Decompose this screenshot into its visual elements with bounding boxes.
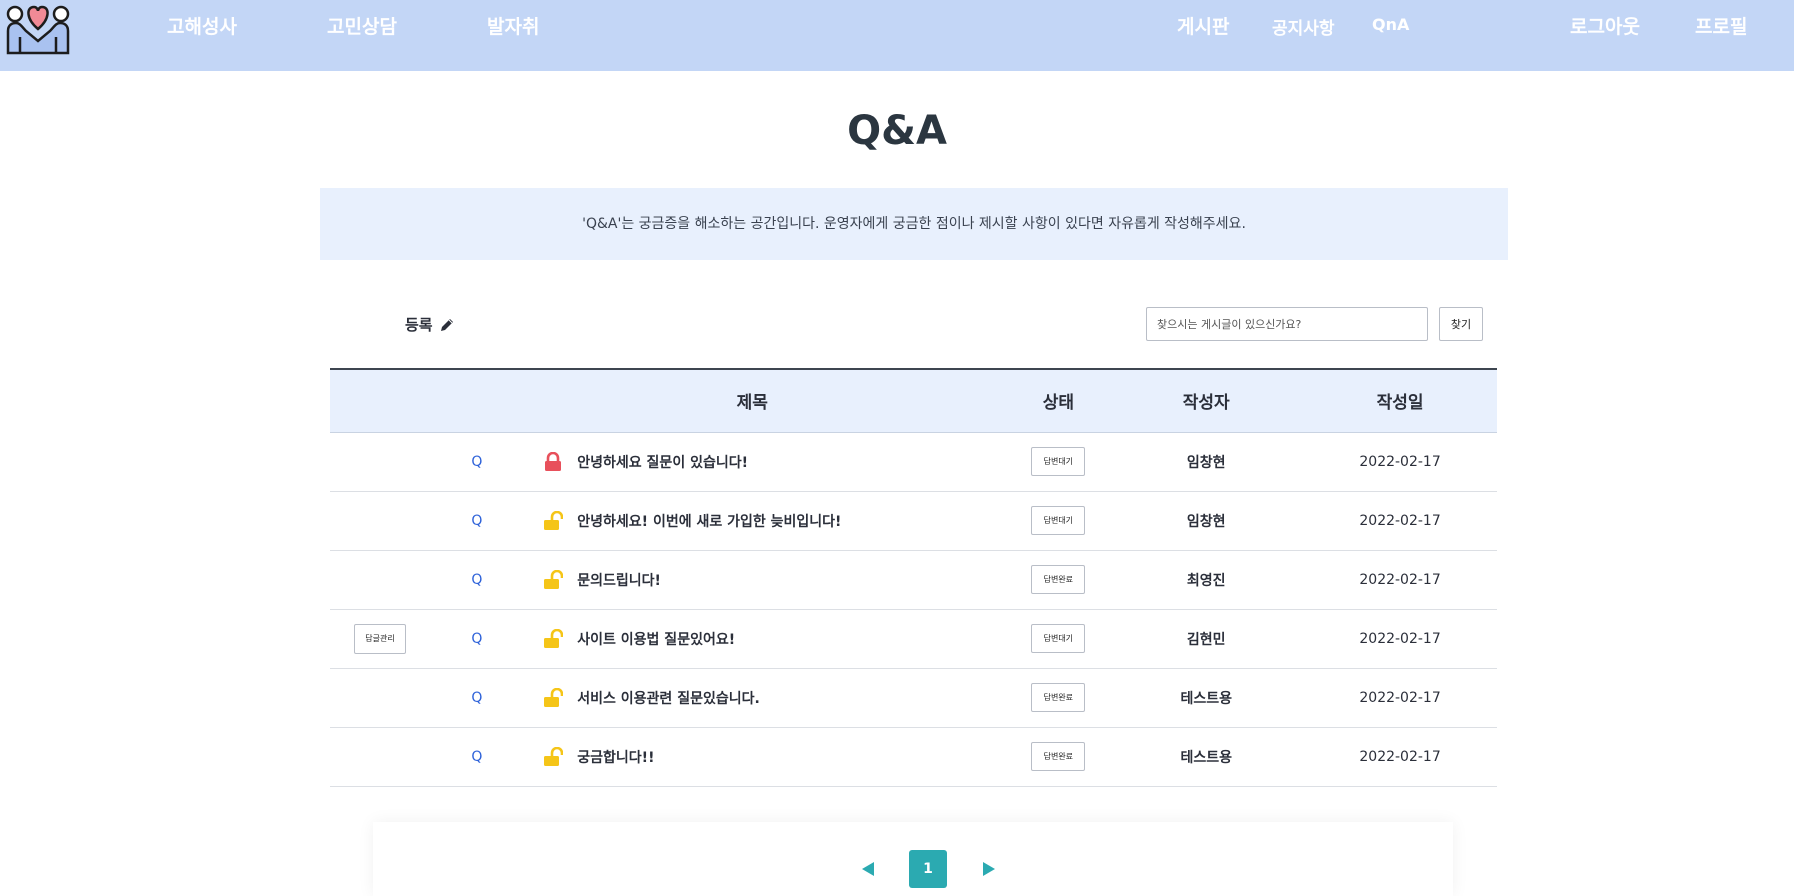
page-title: Q&A	[847, 108, 947, 154]
cell-title: 안녕하세요 질문이 있습니다!	[497, 432, 1007, 491]
cell-writer: 최영진	[1186, 572, 1226, 589]
unlock-icon	[543, 510, 564, 531]
cell-status: 답변완료	[1007, 550, 1109, 609]
status-badge: 답변완료	[1031, 742, 1086, 771]
status-badge: 답변대기	[1031, 506, 1086, 535]
next-page-icon[interactable]	[983, 862, 995, 876]
table-row[interactable]: Q 문의드립니다! 답변완료 최영진 2022-02-17	[330, 550, 1497, 609]
status-badge: 답변대기	[1031, 624, 1086, 653]
post-title-link[interactable]: 사이트 이용법 질문있어요!	[577, 629, 735, 649]
cell-writer: 테스트용	[1180, 690, 1232, 707]
logout-link[interactable]: 로그아웃	[1570, 12, 1640, 39]
qna-table: 제목 상태 작성자 작성일 Q 안녕하세요 질문이 있습니다! 답변대기 임창현 202…	[330, 368, 1497, 787]
cell-date: 2022-02-17	[1359, 571, 1441, 588]
cell-status: 답변대기	[1007, 609, 1109, 668]
nav-link-qna[interactable]: QnA	[1372, 15, 1409, 34]
nav-link-board[interactable]: 게시판	[1177, 12, 1229, 39]
register-label: 등록	[405, 316, 433, 334]
cell-admin	[330, 668, 456, 727]
cell-q: Q	[471, 748, 483, 765]
cell-admin	[330, 727, 456, 786]
lock-icon	[543, 451, 563, 472]
post-title-link[interactable]: 문의드립니다!	[577, 570, 661, 590]
logo-icon[interactable]	[4, 3, 72, 57]
cell-title: 사이트 이용법 질문있어요!	[497, 609, 1007, 668]
prev-page-icon[interactable]	[862, 862, 874, 876]
cell-q: Q	[471, 689, 483, 706]
search-input[interactable]	[1146, 307, 1428, 341]
cell-admin: 답글관리	[330, 609, 456, 668]
table-row[interactable]: Q 안녕하세요! 이번에 새로 가입한 늦비입니다! 답변대기 임창현 2022-02-…	[330, 491, 1497, 550]
pencil-icon	[440, 318, 453, 331]
cell-admin	[330, 432, 456, 491]
page-number-current[interactable]: 1	[909, 850, 947, 888]
status-badge: 답변대기	[1031, 447, 1086, 476]
header-title: 제목	[736, 393, 768, 414]
status-badge: 답변완료	[1031, 683, 1086, 712]
cell-writer: 테스트용	[1180, 749, 1232, 766]
cell-date: 2022-02-17	[1359, 453, 1441, 470]
register-button[interactable]: 등록	[405, 314, 455, 335]
page-description: 'Q&A'는 궁금증을 해소하는 공간입니다. 운영자에게 궁금한 점이나 제시…	[582, 216, 1246, 232]
cell-date: 2022-02-17	[1359, 630, 1441, 647]
cell-writer: 임창현	[1186, 513, 1226, 530]
post-title-link[interactable]: 서비스 이용관련 질문있습니다.	[577, 688, 760, 708]
header-q	[456, 369, 497, 432]
cell-q: Q	[471, 453, 483, 470]
table-row[interactable]: Q 안녕하세요 질문이 있습니다! 답변대기 임창현 2022-02-17	[330, 432, 1497, 491]
cell-admin	[330, 550, 456, 609]
status-badge: 답변완료	[1031, 565, 1086, 594]
cell-status: 답변대기	[1007, 491, 1109, 550]
cell-q: Q	[471, 630, 483, 647]
table-row[interactable]: 답글관리 Q 사이트 이용법 질문있어요! 답변대기 김현민 2022-02-17	[330, 609, 1497, 668]
top-navigation-bar: 고해성사 고민상담 발자취 게시판 공지사항 QnA 로그아웃 프로필	[0, 0, 1794, 71]
nav-link-confession[interactable]: 고해성사	[167, 12, 237, 39]
cell-writer: 김현민	[1186, 631, 1226, 648]
unlock-icon	[543, 569, 564, 590]
post-title-link[interactable]: 궁금합니다!!	[577, 747, 654, 767]
search-button[interactable]: 찾기	[1439, 307, 1483, 341]
cell-status: 답변대기	[1007, 432, 1109, 491]
cell-q: Q	[471, 571, 483, 588]
table-row[interactable]: Q 궁금합니다!! 답변완료 테스트용 2022-02-17	[330, 727, 1497, 786]
cell-title: 문의드립니다!	[497, 550, 1007, 609]
cell-status: 답변완료	[1007, 668, 1109, 727]
cell-title: 궁금합니다!!	[497, 727, 1007, 786]
cell-status: 답변완료	[1007, 727, 1109, 786]
nav-link-counseling[interactable]: 고민상담	[327, 12, 397, 39]
cell-title: 서비스 이용관련 질문있습니다.	[497, 668, 1007, 727]
nav-link-notice[interactable]: 공지사항	[1272, 14, 1335, 39]
nav-link-footprints[interactable]: 발자취	[487, 12, 539, 39]
reply-manage-button[interactable]: 답글관리	[354, 623, 406, 654]
header-admin	[330, 369, 456, 432]
cell-q: Q	[471, 512, 483, 529]
page-description-box: 'Q&A'는 궁금증을 해소하는 공간입니다. 운영자에게 궁금한 점이나 제시…	[320, 188, 1508, 260]
unlock-icon	[543, 746, 564, 767]
cell-admin	[330, 491, 456, 550]
post-title-link[interactable]: 안녕하세요! 이번에 새로 가입한 늦비입니다!	[577, 511, 841, 531]
table-row[interactable]: Q 서비스 이용관련 질문있습니다. 답변완료 테스트용 2022-02-17	[330, 668, 1497, 727]
cell-writer: 임창현	[1186, 454, 1226, 471]
cell-date: 2022-02-17	[1359, 689, 1441, 706]
unlock-icon	[543, 628, 564, 649]
header-date: 작성일	[1376, 393, 1424, 414]
profile-link[interactable]: 프로필	[1695, 12, 1747, 39]
unlock-icon	[543, 687, 564, 708]
header-status: 상태	[1042, 393, 1074, 414]
cell-date: 2022-02-17	[1359, 512, 1441, 529]
post-title-link[interactable]: 안녕하세요 질문이 있습니다!	[577, 452, 748, 472]
cell-title: 안녕하세요! 이번에 새로 가입한 늦비입니다!	[497, 491, 1007, 550]
header-writer: 작성자	[1182, 393, 1230, 414]
cell-date: 2022-02-17	[1359, 748, 1441, 765]
table-header-row: 제목 상태 작성자 작성일	[330, 369, 1497, 432]
